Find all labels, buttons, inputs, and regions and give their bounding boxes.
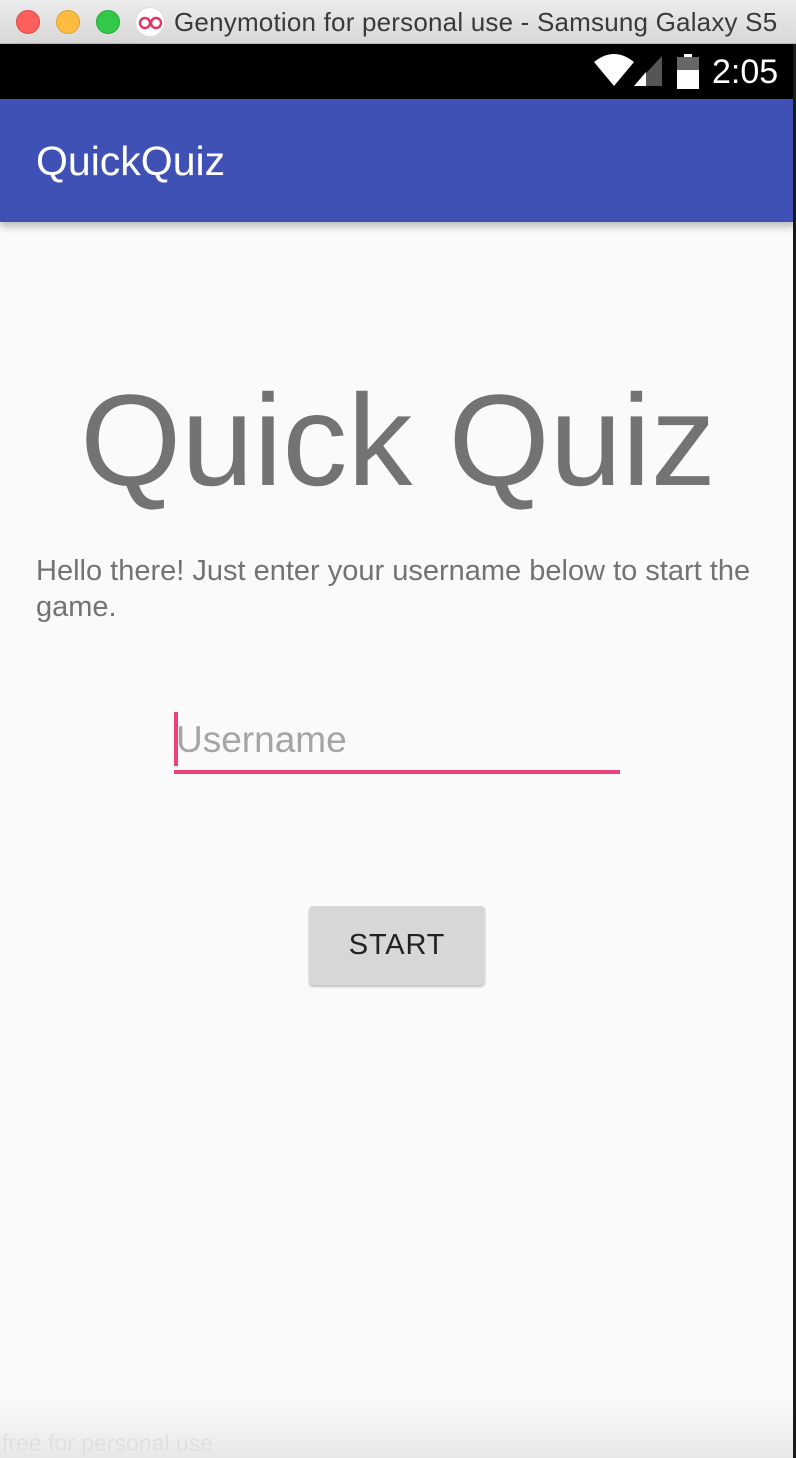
- status-clock: 2:05: [712, 53, 779, 91]
- personal-use-watermark: free for personal use: [2, 1430, 213, 1456]
- battery-icon: [677, 54, 699, 89]
- close-icon[interactable]: [16, 10, 40, 34]
- cell-signal-icon: [634, 56, 662, 86]
- app-bar: QuickQuiz: [0, 99, 796, 222]
- window-title: Genymotion for personal use - Samsung Ga…: [174, 7, 778, 37]
- maximize-icon[interactable]: [96, 10, 120, 34]
- window-titlebar: Genymotion for personal use - Samsung Ga…: [0, 0, 796, 44]
- status-bar: 2:05: [0, 44, 796, 99]
- quiz-heading: Quick Quiz: [80, 367, 716, 513]
- username-field[interactable]: [174, 710, 622, 774]
- genymotion-logo-icon: [135, 7, 165, 37]
- app-title: QuickQuiz: [36, 138, 226, 184]
- minimize-icon[interactable]: [56, 10, 80, 34]
- username-input[interactable]: [174, 710, 622, 770]
- intro-text: Hello there! Just enter your username be…: [36, 555, 751, 623]
- start-button[interactable]: START: [309, 906, 485, 985]
- wifi-icon: [594, 54, 634, 86]
